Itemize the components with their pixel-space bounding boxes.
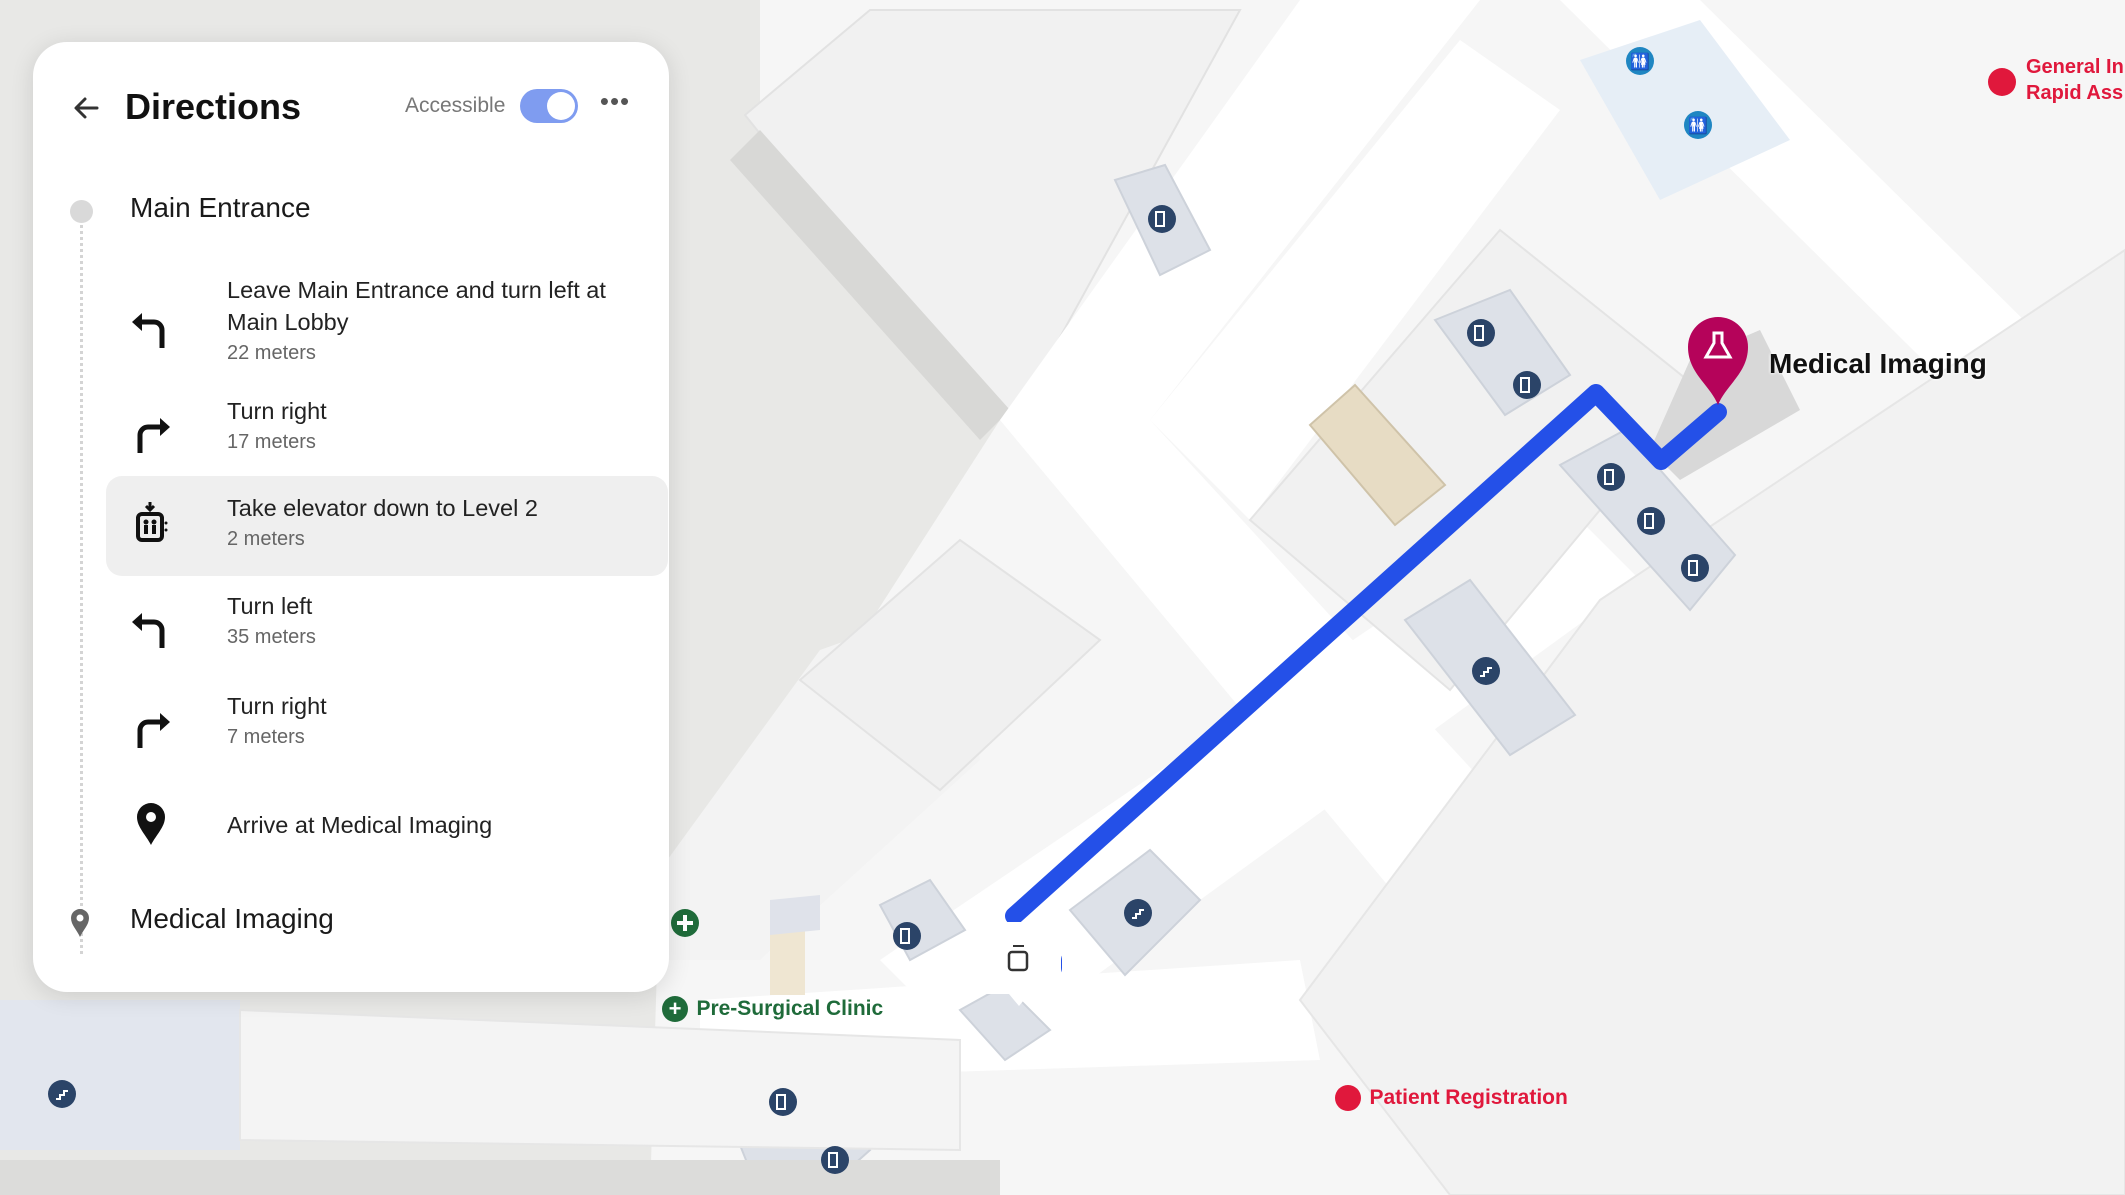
- direction-step[interactable]: Turn left 35 meters: [106, 582, 668, 672]
- turn-right-icon: [137, 713, 170, 748]
- elevator-marker: [821, 1146, 849, 1174]
- patient-registration-text: Patient Registration: [1369, 1086, 1568, 1109]
- step-distance: 2 meters: [227, 528, 305, 550]
- elevator-marker: [1597, 463, 1625, 491]
- route-timeline-line: [80, 214, 83, 954]
- stairs-marker: [1124, 899, 1152, 927]
- direction-step-active[interactable]: Take elevator down to Level 2 2 meters: [106, 476, 668, 576]
- more-horizontal-icon[interactable]: •••: [597, 88, 633, 120]
- origin-label[interactable]: Main Entrance: [130, 192, 311, 224]
- elevator-marker: [769, 1088, 797, 1116]
- location-pin-icon: [137, 803, 165, 845]
- elevator-marker: [1637, 507, 1665, 535]
- elevator-marker: [893, 922, 921, 950]
- elevator-marker: [1513, 371, 1541, 399]
- origin-dot-icon: [70, 200, 93, 223]
- patient-registration-label[interactable]: Patient Registration: [1335, 1085, 1568, 1111]
- clinic-icon: +: [662, 996, 688, 1022]
- step-instruction: Turn left: [227, 593, 313, 619]
- general-label-line1: General In: [2026, 56, 2124, 78]
- direction-step[interactable]: Leave Main Entrance and turn left at Mai…: [106, 264, 668, 394]
- direction-step[interactable]: Turn right 7 meters: [106, 682, 668, 772]
- turn-left-icon: [132, 613, 165, 648]
- destination-map-label[interactable]: Medical Imaging: [1769, 348, 1987, 380]
- panel-header: Directions Accessible •••: [33, 42, 669, 172]
- svg-text:🚻: 🚻: [1688, 116, 1708, 135]
- step-instruction: Arrive at Medical Imaging: [227, 812, 493, 838]
- directions-panel: Directions Accessible ••• Main Entrance …: [33, 42, 669, 992]
- turn-right-icon: [137, 418, 170, 453]
- step-distance: 22 meters: [227, 342, 316, 364]
- step-distance: 17 meters: [227, 431, 316, 453]
- registration-icon: [1335, 1085, 1361, 1111]
- page-title: Directions: [125, 86, 302, 127]
- step-instruction: Take elevator down to Level 2: [227, 495, 538, 521]
- elevator-marker: [1467, 319, 1495, 347]
- destination-label[interactable]: Medical Imaging: [130, 903, 334, 935]
- elevator-marker: [1681, 554, 1709, 582]
- general-label-line2: Rapid Ass: [2026, 82, 2124, 104]
- elevator-callout[interactable]: [977, 922, 1061, 1006]
- pre-surgical-clinic-label[interactable]: + Pre-Surgical Clinic: [662, 996, 883, 1022]
- step-instruction: Turn right: [227, 398, 327, 424]
- direction-step[interactable]: Arrive at Medical Imaging: [106, 787, 668, 867]
- toggle-knob: [547, 92, 575, 120]
- svg-text:🚻: 🚻: [1630, 52, 1650, 71]
- step-distance: 7 meters: [227, 726, 305, 748]
- step-instruction: Leave Main Entrance and turn left at Mai…: [227, 277, 606, 335]
- stairs-marker: [1472, 657, 1500, 685]
- elevator-marker: [1148, 205, 1176, 233]
- step-distance: 35 meters: [227, 626, 316, 648]
- accessible-toggle[interactable]: [520, 89, 578, 123]
- stairs-marker: [48, 1080, 76, 1108]
- emergency-icon: [1988, 68, 2016, 96]
- destination-pin-icon: [71, 909, 89, 937]
- step-instruction: Turn right: [227, 693, 327, 719]
- turn-left-icon: [132, 313, 165, 348]
- pre-surgical-clinic-text: Pre-Surgical Clinic: [696, 997, 884, 1020]
- direction-step[interactable]: Turn right 17 meters: [106, 387, 668, 477]
- accessible-label: Accessible: [405, 94, 506, 117]
- elevator-down-icon: [136, 502, 168, 542]
- restroom-marker: 🚻: [1684, 111, 1712, 139]
- restroom-marker: 🚻: [1626, 47, 1654, 75]
- arrow-left-icon[interactable]: [67, 88, 107, 128]
- clinic-marker: [671, 909, 699, 937]
